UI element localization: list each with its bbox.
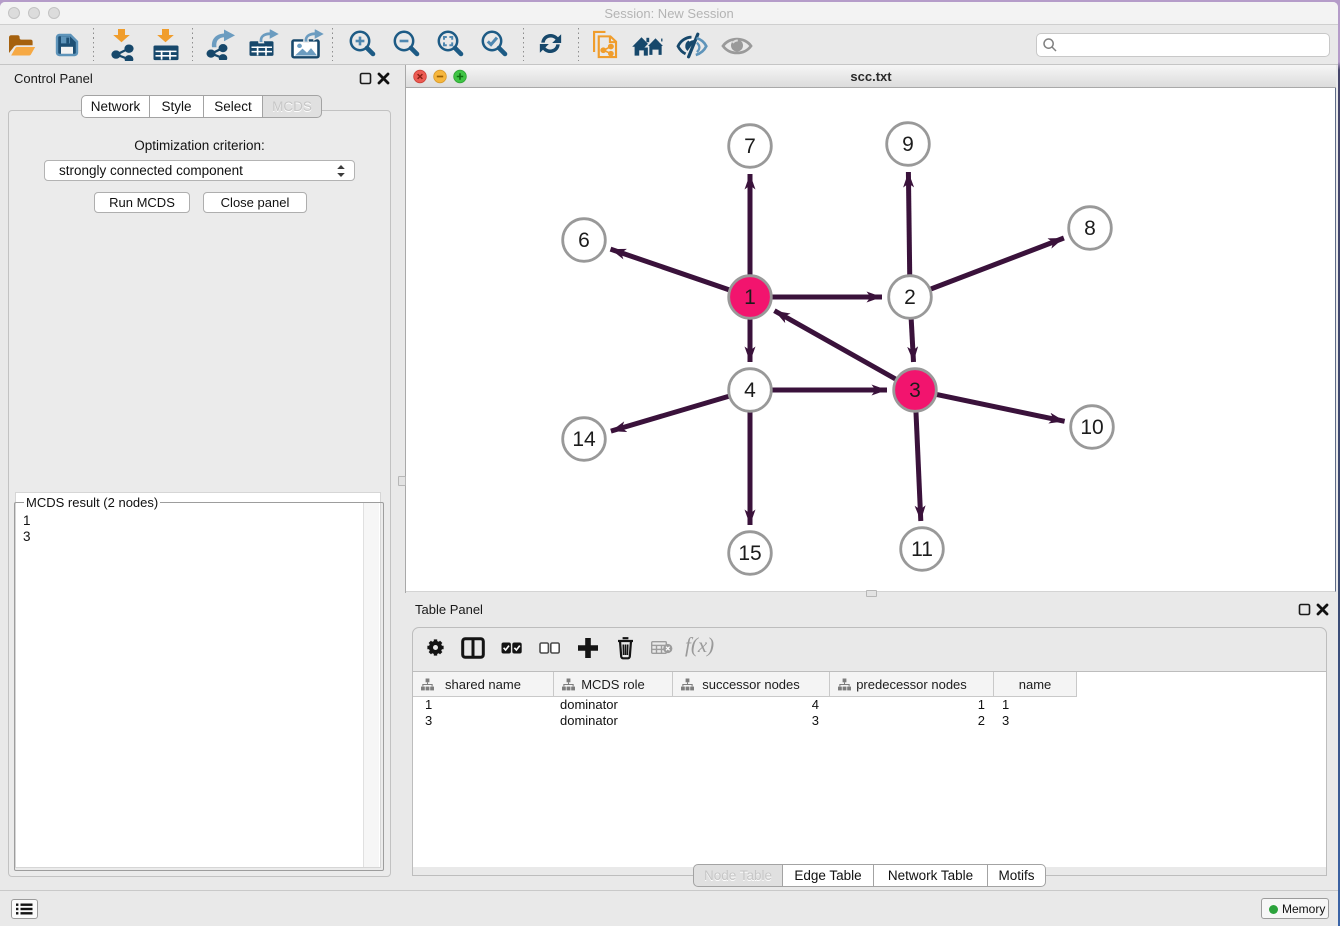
svg-text:11: 11 — [911, 538, 933, 561]
svg-text:3: 3 — [909, 379, 921, 402]
svg-text:4: 4 — [744, 379, 756, 402]
svg-text:1: 1 — [744, 286, 756, 309]
svg-text:2: 2 — [904, 286, 916, 309]
svg-text:15: 15 — [738, 542, 761, 565]
svg-text:6: 6 — [578, 229, 590, 252]
svg-text:7: 7 — [744, 135, 756, 158]
svg-text:9: 9 — [902, 133, 914, 156]
svg-text:8: 8 — [1084, 217, 1096, 240]
svg-text:10: 10 — [1080, 416, 1103, 439]
svg-text:14: 14 — [572, 428, 596, 451]
